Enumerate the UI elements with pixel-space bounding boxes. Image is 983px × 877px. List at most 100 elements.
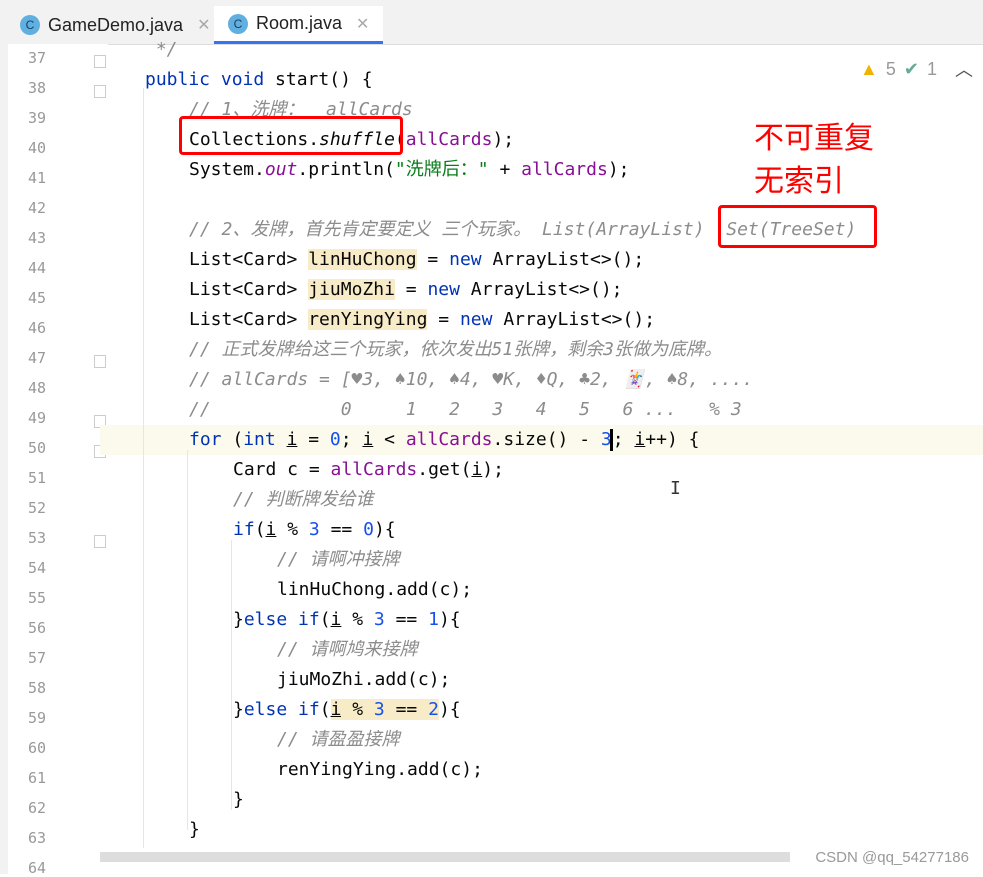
- code-token: linHuChong: [308, 249, 417, 270]
- line-number-gutter: 37 38 39 40 41 42 43 44 45 46 47 48 49 50 51 52 53 54 55 56…: [0, 44, 108, 877]
- code-token: ArrayList<>();: [503, 309, 656, 330]
- code-line[interactable]: System.out.println("洗牌后：" + allCards);: [100, 155, 983, 185]
- code-token: renYingYing.add(c);: [277, 759, 483, 780]
- code-line[interactable]: */: [100, 35, 983, 65]
- code-token: int: [243, 429, 287, 450]
- code-line[interactable]: List<Card> jiuMoZhi = new ArrayList<>();: [100, 275, 983, 305]
- annotation-box-shuffle: [179, 116, 403, 155]
- code-line[interactable]: // 请啊冲接牌: [100, 545, 983, 575]
- code-token: i: [634, 429, 646, 450]
- code-line[interactable]: jiuMoZhi.add(c);: [100, 665, 983, 695]
- line-number: 47: [27, 349, 46, 367]
- code-token: 0: [363, 519, 374, 540]
- line-number: 62: [27, 799, 46, 817]
- code-token: for: [189, 429, 233, 450]
- code-token: else if: [243, 699, 320, 720]
- code-token: ArrayList<>();: [470, 279, 623, 300]
- code-token: %: [341, 609, 374, 630]
- code-token: List<Card>: [189, 249, 309, 270]
- code-token: ){: [438, 609, 461, 630]
- code-token: renYingYing: [308, 309, 428, 330]
- code-token: i: [286, 429, 298, 450]
- code-line[interactable]: // 请啊鸠来接牌: [100, 635, 983, 665]
- code-line[interactable]: public void start() {: [100, 65, 983, 95]
- code-token: allCards: [405, 429, 493, 450]
- code-token: ==: [384, 699, 429, 720]
- code-line[interactable]: }: [100, 785, 983, 815]
- code-token: out: [264, 159, 298, 180]
- code-token: // allCards = [♥3, ♠10, ♠4, ♥K, ♦Q, ♣2, …: [189, 369, 754, 390]
- code-line[interactable]: if(i % 3 == 0){: [100, 515, 983, 545]
- code-token: ;: [340, 429, 363, 450]
- code-token: 3: [373, 699, 385, 720]
- annotation-box-set: [718, 205, 877, 248]
- code-token: ArrayList<>();: [492, 249, 645, 270]
- code-token: // 请啊鸠来接牌: [277, 639, 418, 660]
- line-number: 60: [27, 739, 46, 757]
- code-line[interactable]: for (int i = 0; i < allCards.size() - 3;…: [100, 425, 983, 455]
- line-number: 59: [27, 709, 46, 727]
- code-token: =: [394, 279, 428, 300]
- code-token: linHuChong.add(c);: [277, 579, 473, 600]
- code-token: 3: [373, 609, 385, 630]
- code-line[interactable]: linHuChong.add(c);: [100, 575, 983, 605]
- line-number: 63: [27, 829, 46, 847]
- code-token: new: [459, 309, 504, 330]
- code-line[interactable]: // 正式发牌给这三个玩家，依次发出51张牌，剩余3张做为底牌。: [100, 335, 983, 365]
- code-line[interactable]: }: [100, 815, 983, 845]
- code-line[interactable]: // 判断牌发给谁: [100, 485, 983, 515]
- horizontal-scrollbar[interactable]: [100, 852, 790, 862]
- code-token: System.: [189, 159, 265, 180]
- code-line[interactable]: renYingYing.add(c);: [100, 755, 983, 785]
- line-number: 56: [27, 619, 46, 637]
- tab-label: GameDemo.java: [48, 14, 184, 35]
- code-token: ==: [319, 519, 364, 540]
- java-class-icon: C: [228, 13, 248, 34]
- line-number: 57: [27, 649, 46, 667]
- inspection-widget[interactable]: ▲ 5 ✔ 1 ︿: [860, 56, 973, 82]
- code-token: List<Card>: [189, 279, 309, 300]
- code-token: allCards: [330, 459, 418, 480]
- code-line[interactable]: }else if(i % 3 == 2){: [100, 695, 983, 725]
- code-token: jiuMoZhi.add(c);: [277, 669, 451, 690]
- code-token: i: [362, 429, 374, 450]
- code-token: 0: [329, 429, 341, 450]
- code-token: 3: [308, 519, 320, 540]
- annotation-note-no-duplicates: 不可重复: [754, 121, 874, 156]
- code-line[interactable]: }else if(i % 3 == 1){: [100, 605, 983, 635]
- line-number: 50: [27, 439, 46, 457]
- code-token: );: [607, 159, 630, 180]
- chevron-up-icon[interactable]: ︿: [955, 56, 973, 82]
- code-token: (: [232, 429, 244, 450]
- code-token: 2: [428, 699, 439, 720]
- typo-check-icon: ✔: [903, 58, 919, 79]
- code-token: start() {: [275, 69, 373, 90]
- close-icon[interactable]: ✕: [197, 15, 210, 35]
- line-number: 45: [27, 289, 46, 307]
- code-line[interactable]: // 0 1 2 3 4 5 6 ... % 3: [100, 395, 983, 425]
- line-number: 46: [27, 319, 46, 337]
- line-number: 43: [27, 229, 46, 247]
- line-number: 41: [27, 169, 46, 187]
- code-token: new: [427, 279, 471, 300]
- tab-label: Room.java: [256, 13, 343, 33]
- java-class-run-icon: C: [20, 15, 40, 35]
- code-token: ){: [373, 519, 396, 540]
- code-line[interactable]: // allCards = [♥3, ♠10, ♠4, ♥K, ♦Q, ♣2, …: [100, 365, 983, 395]
- indent-guide: [231, 540, 232, 810]
- code-token: i: [471, 459, 483, 480]
- code-token: allCards: [405, 129, 493, 150]
- close-icon[interactable]: ✕: [356, 14, 369, 34]
- code-line[interactable]: List<Card> renYingYing = new ArrayList<>…: [100, 305, 983, 335]
- code-line[interactable]: Card c = allCards.get(i);: [100, 455, 983, 485]
- code-token: (: [319, 699, 331, 720]
- code-line[interactable]: List<Card> linHuChong = new ArrayList<>(…: [100, 245, 983, 275]
- code-token: (: [254, 519, 266, 540]
- line-number: 64: [27, 859, 46, 877]
- code-token: i: [330, 609, 342, 630]
- code-token: i: [330, 699, 342, 720]
- code-token: }: [233, 699, 244, 720]
- line-number: 48: [27, 379, 46, 397]
- code-line[interactable]: // 请盈盈接牌: [100, 725, 983, 755]
- line-number: 61: [27, 769, 46, 787]
